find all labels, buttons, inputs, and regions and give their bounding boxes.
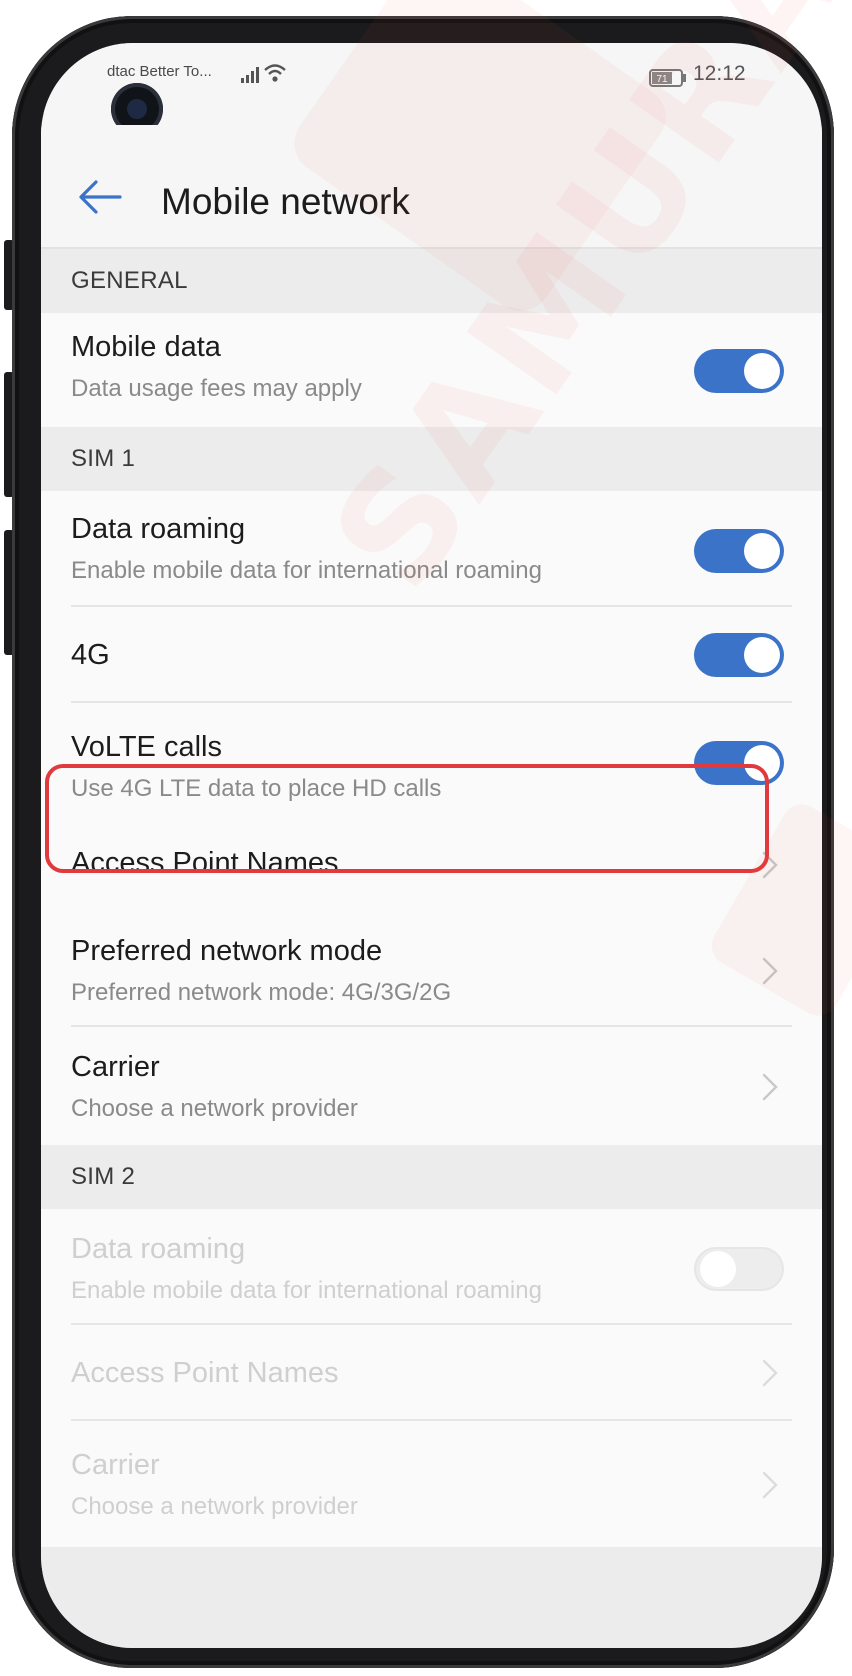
- row-subtitle: Enable mobile data for international roa…: [71, 1277, 542, 1304]
- page-title: Mobile network: [161, 181, 410, 222]
- chevron-right-icon: [762, 1359, 778, 1387]
- row-title: Access Point Names: [71, 847, 339, 879]
- volte-calls-row[interactable]: VoLTE calls Use 4G LTE data to place HD …: [41, 703, 822, 815]
- row-subtitle: Choose a network provider: [71, 1493, 358, 1520]
- carrier-label: dtac Better To...: [107, 63, 212, 80]
- volte-calls-toggle[interactable]: [694, 741, 784, 785]
- section-header-general: GENERAL: [41, 249, 822, 313]
- sim1-data-roaming-row[interactable]: Data roaming Enable mobile data for inte…: [41, 491, 822, 607]
- sim1-carrier-row[interactable]: Carrier Choose a network provider: [41, 1027, 822, 1145]
- four-g-row[interactable]: 4G: [41, 607, 822, 703]
- arrow-left-icon[interactable]: [76, 177, 124, 217]
- sim1-data-roaming-toggle[interactable]: [694, 529, 784, 573]
- clock: 12:12: [693, 62, 746, 85]
- chevron-right-icon: [762, 1471, 778, 1499]
- row-title: Mobile data: [71, 331, 221, 363]
- settings-list: GENERAL Mobile data Data usage fees may …: [41, 249, 822, 1648]
- preferred-network-mode-row[interactable]: Preferred network mode Preferred network…: [41, 913, 822, 1027]
- section-header-label: GENERAL: [71, 267, 188, 294]
- four-g-toggle[interactable]: [694, 633, 784, 677]
- sim2-carrier-row: Carrier Choose a network provider: [41, 1421, 822, 1547]
- sim2-data-roaming-toggle: [694, 1247, 784, 1291]
- wifi-icon: [264, 64, 286, 82]
- sim2-access-point-names-row: Access Point Names: [41, 1325, 822, 1421]
- row-title: 4G: [71, 639, 110, 671]
- row-subtitle: Data usage fees may apply: [71, 375, 362, 402]
- signal-icon: [241, 67, 259, 83]
- section-header-label: SIM 2: [71, 1163, 136, 1190]
- row-title: Preferred network mode: [71, 935, 383, 967]
- chevron-right-icon: [762, 851, 778, 879]
- row-subtitle: Preferred network mode: 4G/3G/2G: [71, 979, 452, 1006]
- phone-screen: dtac Better To... 71 12:12 Mobile networ…: [41, 43, 822, 1648]
- row-title: VoLTE calls: [71, 731, 222, 763]
- row-subtitle: Enable mobile data for international roa…: [71, 557, 542, 584]
- row-subtitle: Choose a network provider: [71, 1095, 358, 1122]
- sim1-access-point-names-row[interactable]: Access Point Names: [41, 815, 822, 913]
- mobile-data-row[interactable]: Mobile data Data usage fees may apply: [41, 313, 822, 427]
- app-bar: Mobile network: [41, 125, 822, 249]
- row-title: Access Point Names: [71, 1357, 339, 1389]
- section-header-sim1: SIM 1: [41, 427, 822, 491]
- sim2-data-roaming-row: Data roaming Enable mobile data for inte…: [41, 1209, 822, 1325]
- battery-level: 71: [656, 74, 668, 85]
- section-header-more: [41, 1547, 822, 1648]
- row-title: Carrier: [71, 1449, 160, 1481]
- chevron-right-icon: [762, 1073, 778, 1101]
- mobile-data-toggle[interactable]: [694, 349, 784, 393]
- row-title: Data roaming: [71, 513, 246, 545]
- row-title: Carrier: [71, 1051, 160, 1083]
- section-header-sim2: SIM 2: [41, 1145, 822, 1209]
- row-title: Data roaming: [71, 1233, 246, 1265]
- section-header-label: SIM 1: [71, 445, 136, 472]
- chevron-right-icon: [762, 957, 778, 985]
- battery-icon: 71: [649, 69, 686, 87]
- row-subtitle: Use 4G LTE data to place HD calls: [71, 775, 442, 802]
